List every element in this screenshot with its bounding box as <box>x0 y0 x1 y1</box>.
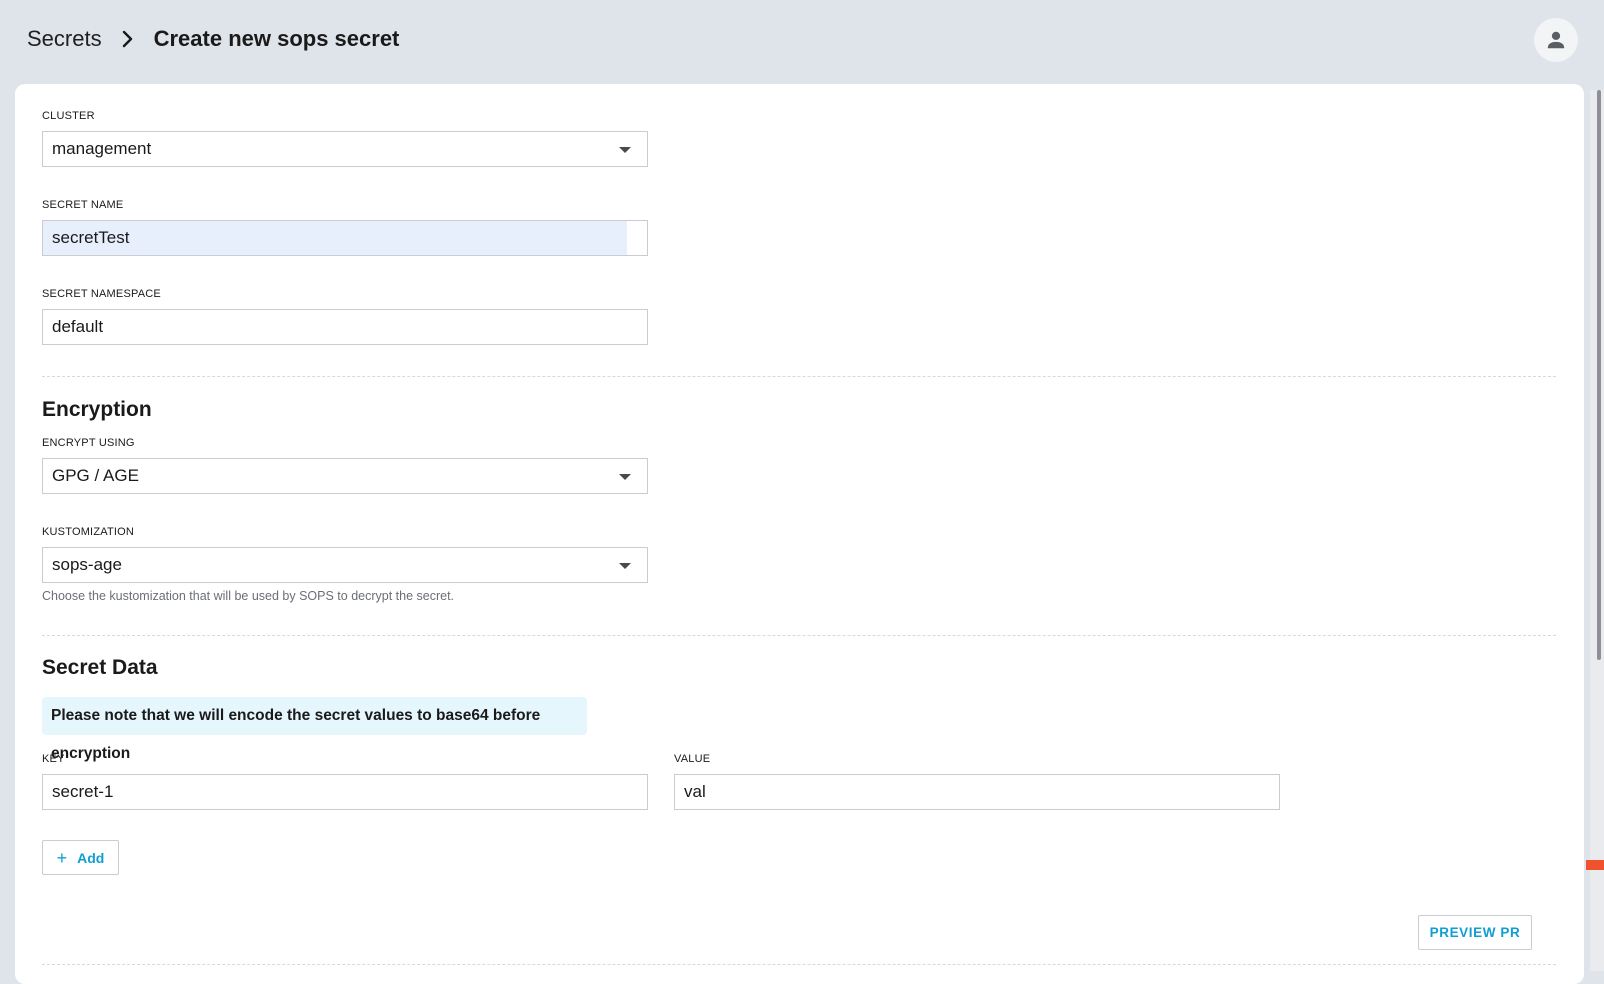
page-header: Secrets Create new sops secret <box>0 0 1604 80</box>
caret-down-icon <box>619 147 631 153</box>
encrypt-using-label: ENCRYPT USING <box>42 437 135 449</box>
value-label: VALUE <box>674 753 711 765</box>
kustomization-select[interactable]: sops-age <box>42 547 648 583</box>
kustomization-helper-text: Choose the kustomization that will be us… <box>42 589 455 603</box>
encrypt-using-select[interactable]: GPG / AGE <box>42 458 648 494</box>
kustomization-label: KUSTOMIZATION <box>42 526 135 538</box>
breadcrumb: Secrets Create new sops secret <box>27 24 399 54</box>
cluster-select-value: management <box>52 139 152 158</box>
plus-icon: + <box>56 847 68 868</box>
secret-namespace-value: default <box>52 317 104 336</box>
section-divider <box>42 635 1556 636</box>
secret-namespace-label: SECRET NAMESPACE <box>42 288 161 300</box>
encrypt-using-value: GPG / AGE <box>52 466 139 485</box>
preview-pr-button[interactable]: PREVIEW PR <box>1418 915 1532 950</box>
caret-down-icon <box>619 563 631 569</box>
secret-namespace-field: SECRET NAMESPACE default <box>42 286 648 345</box>
person-icon <box>1547 31 1565 49</box>
base64-notice: Please note that we will encode the secr… <box>42 697 587 762</box>
key-field: KEY secret-1 <box>42 751 648 810</box>
key-value: secret-1 <box>52 782 114 801</box>
cluster-field: CLUSTER management <box>42 108 648 167</box>
secret-name-input[interactable]: secretTest <box>42 220 648 256</box>
value-input[interactable]: val <box>674 774 1280 810</box>
add-button-label: Add <box>77 849 105 866</box>
key-label: KEY <box>42 753 65 765</box>
secret-namespace-input[interactable]: default <box>42 309 648 345</box>
secret-name-value: secretTest <box>52 228 130 247</box>
kustomization-value: sops-age <box>52 555 122 574</box>
scrollbar-thumb[interactable] <box>1597 90 1601 660</box>
value-value: val <box>684 782 706 801</box>
secret-name-label: SECRET NAME <box>42 199 124 211</box>
page-title: Create new sops secret <box>153 26 400 51</box>
add-secret-data-button[interactable]: + Add <box>42 840 119 875</box>
kustomization-field: KUSTOMIZATION sops-age <box>42 524 648 583</box>
breadcrumb-secrets-link[interactable]: Secrets <box>27 26 102 52</box>
encryption-heading: Encryption <box>42 398 152 421</box>
secret-name-field: SECRET NAME secretTest <box>42 197 648 256</box>
key-input[interactable]: secret-1 <box>42 774 648 810</box>
edge-marker <box>1586 860 1604 870</box>
cluster-select[interactable]: management <box>42 131 648 167</box>
value-field: VALUE val <box>674 751 1280 810</box>
user-avatar-button[interactable] <box>1534 18 1578 62</box>
secret-data-heading: Secret Data <box>42 656 158 679</box>
section-divider <box>42 376 1556 377</box>
cluster-label: CLUSTER <box>42 110 95 122</box>
chevron-right-icon <box>112 30 142 48</box>
section-divider <box>42 964 1556 965</box>
caret-down-icon <box>619 474 631 480</box>
encrypt-using-field: ENCRYPT USING GPG / AGE <box>42 435 648 494</box>
